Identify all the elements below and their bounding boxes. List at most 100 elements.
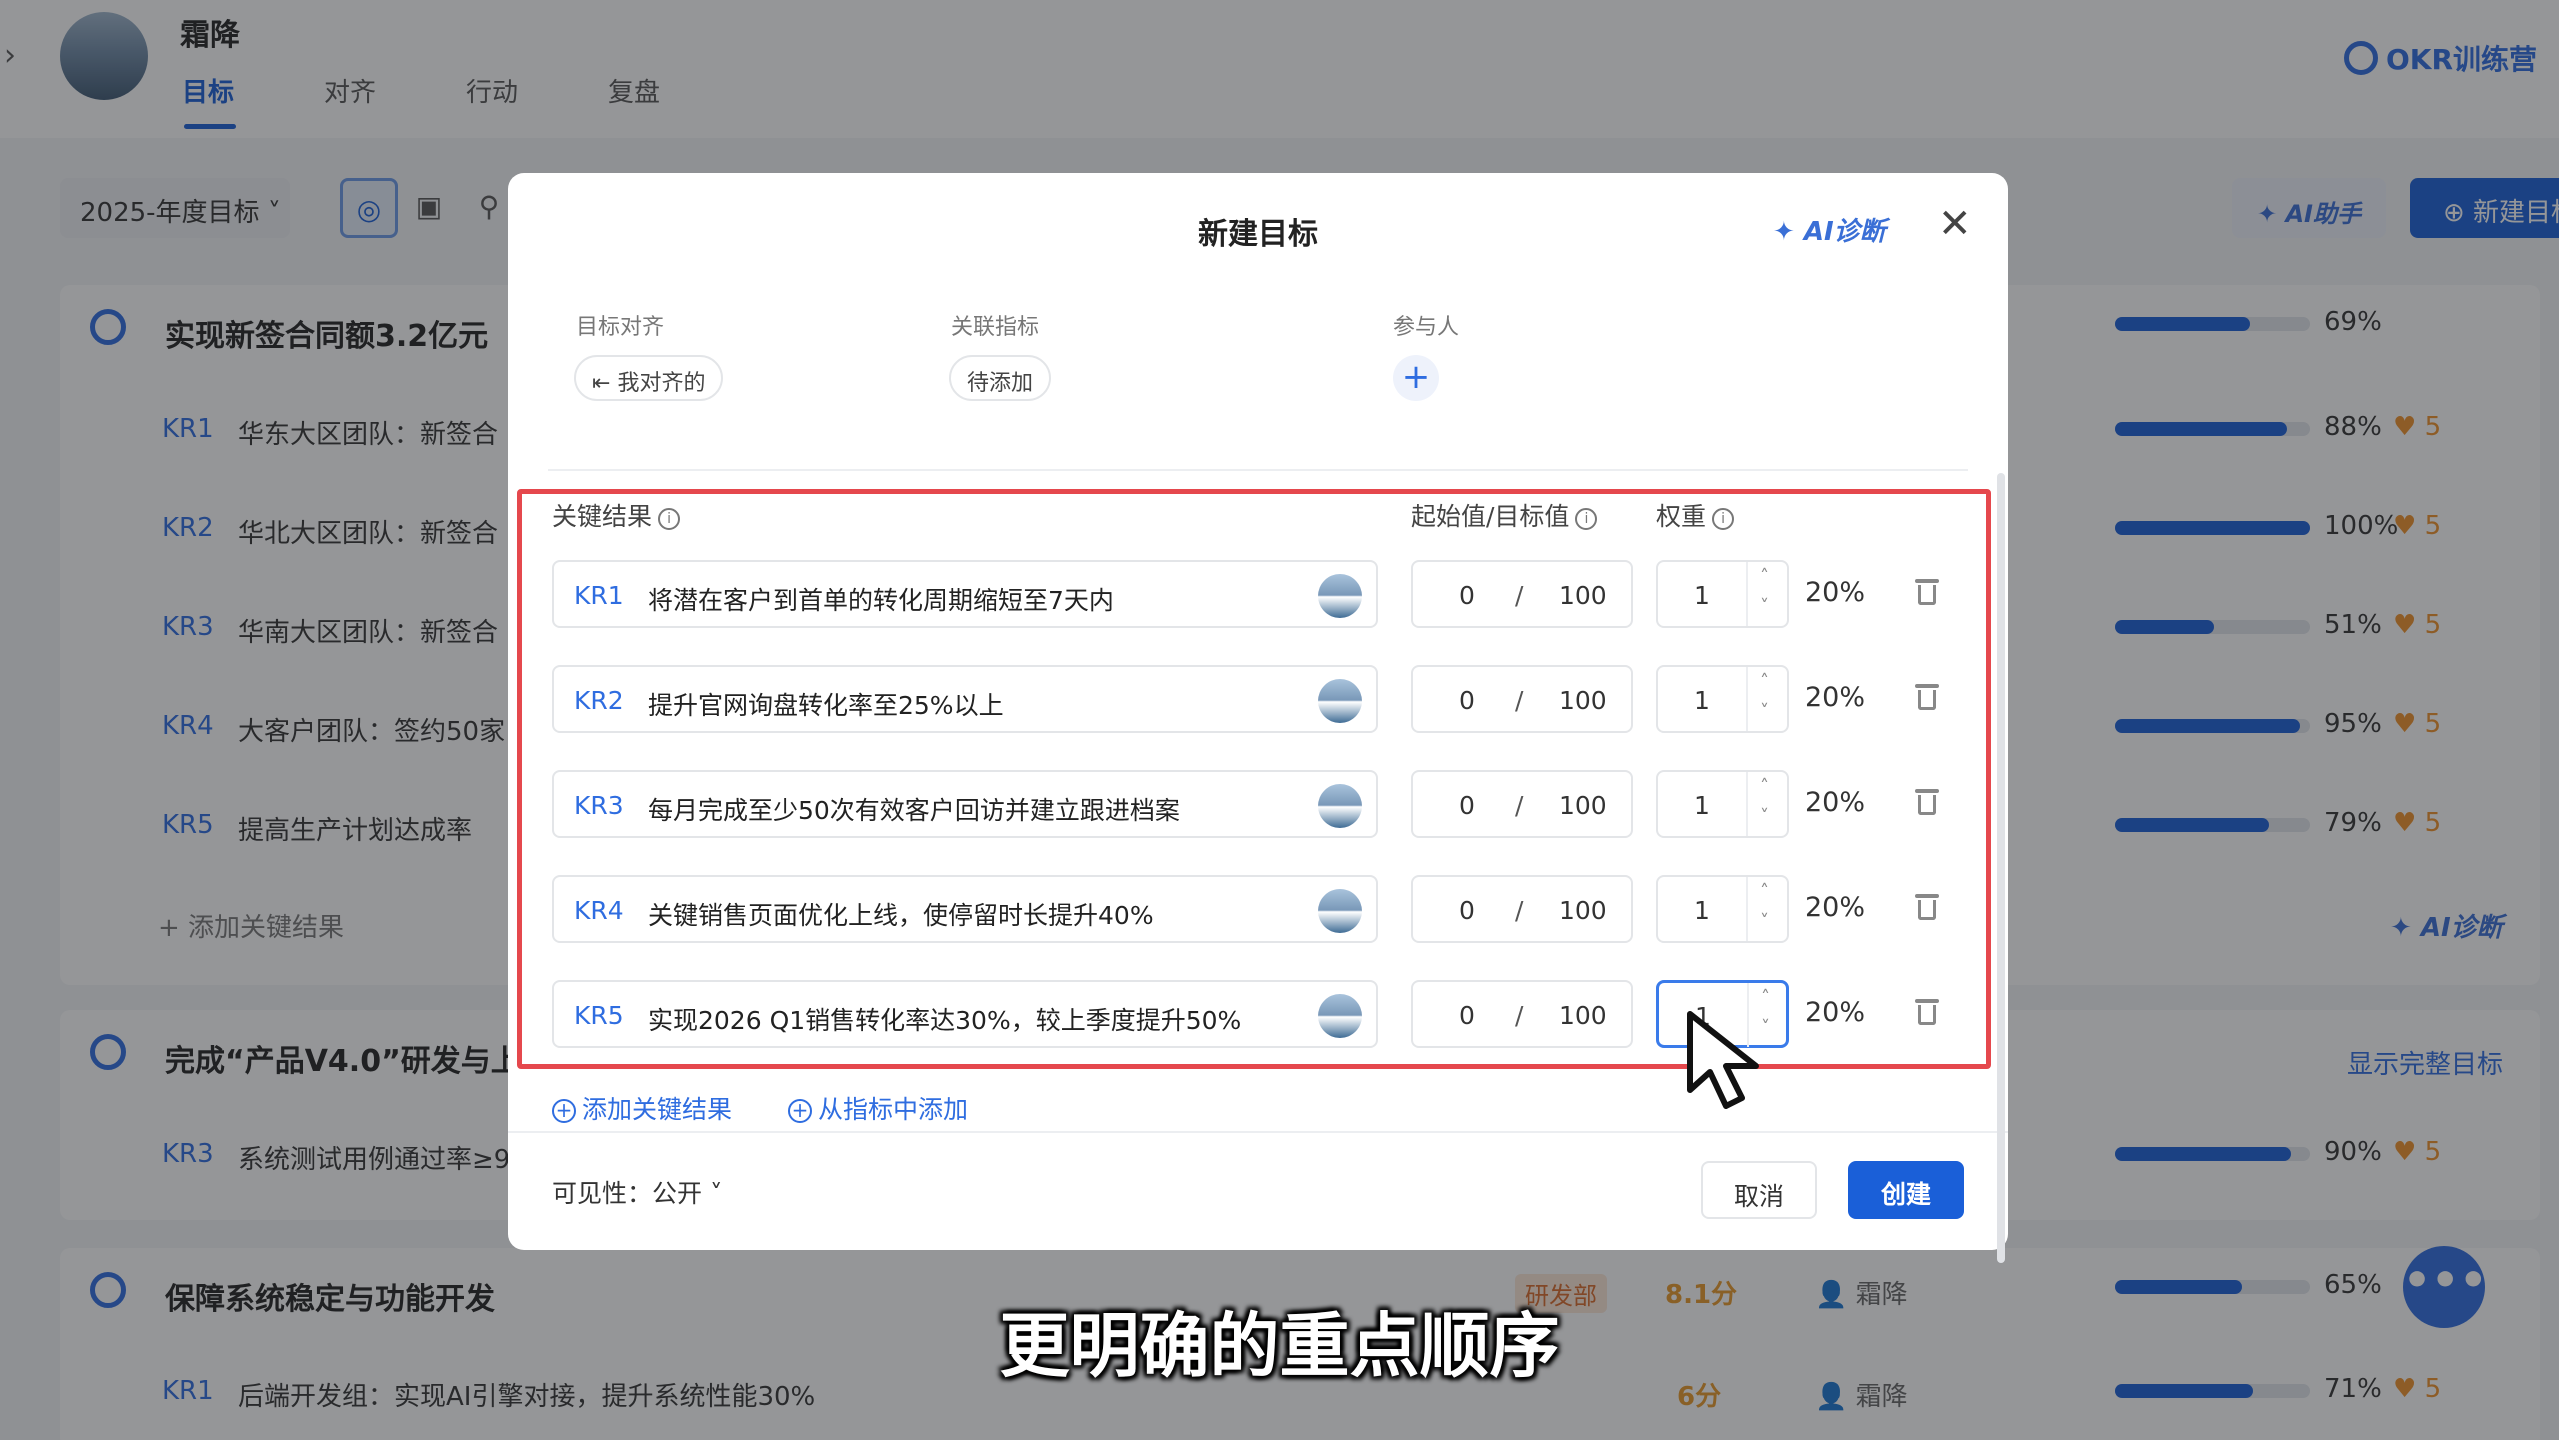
range-input[interactable]: 0 / 100 [1411, 665, 1633, 733]
add-from-indicator-label: 从指标中添加 [818, 1095, 969, 1124]
cancel-button[interactable]: 取消 [1701, 1161, 1817, 1219]
range-header-label: 起始值/目标值 [1411, 502, 1570, 531]
align-pill[interactable]: ⇤ 我对齐的 [574, 355, 724, 401]
trash-icon[interactable] [1915, 997, 1939, 1025]
kr-input[interactable]: KR1 将潜在客户到首单的转化周期缩短至7天内 [552, 560, 1378, 628]
kr-input[interactable]: KR4 关键销售页面优化上线，使停留时长提升40% [552, 875, 1378, 943]
trash-body [1918, 585, 1936, 605]
chevron-up-icon[interactable]: ˄ [1760, 881, 1769, 902]
divider [548, 469, 1968, 471]
trash-icon[interactable] [1915, 682, 1939, 710]
trash-body [1918, 900, 1936, 920]
range-separator: / [1515, 686, 1524, 715]
trash-body [1918, 1005, 1936, 1025]
kr-input[interactable]: KR5 实现2026 Q1销售转化率达30%，较上季度提升50% [552, 980, 1378, 1048]
avatar[interactable] [1318, 994, 1362, 1038]
kr-tag: KR3 [574, 791, 624, 820]
target-value: 100 [1559, 791, 1607, 820]
chevron-up-icon[interactable]: ˄ [1761, 987, 1770, 1008]
weight-stepper[interactable]: 1 ˄ ˅ [1656, 560, 1789, 628]
start-value: 0 [1459, 686, 1475, 715]
avatar[interactable] [1318, 889, 1362, 933]
video-subtitle: 更明确的重点顺序 [999, 1305, 1560, 1387]
trash-lid [1915, 999, 1939, 1003]
target-value: 100 [1559, 1001, 1607, 1030]
info-icon: i [658, 508, 681, 530]
weight-percent: 20% [1805, 682, 1866, 713]
weight-stepper[interactable]: 1 ˄ ˅ [1656, 875, 1789, 943]
avatar[interactable] [1318, 784, 1362, 828]
chevron-down-icon[interactable]: ˅ [1760, 806, 1769, 827]
scrollbar[interactable] [1997, 473, 2005, 1263]
chevron-down-icon[interactable]: ˅ [1760, 596, 1769, 617]
add-from-indicator-button[interactable]: + 从指标中添加 [788, 1090, 968, 1126]
indicator-label: 关联指标 [951, 315, 1040, 340]
weight-stepper[interactable]: 1 ˄ ˅ [1656, 665, 1789, 733]
range-header: 起始值/目标值 i [1411, 497, 1598, 533]
kr-header: 关键结果 i [552, 497, 681, 533]
info-icon: i [1712, 508, 1735, 530]
stepper-controls: ˄ ˅ [1746, 667, 1789, 731]
weight-stepper[interactable]: 1 ˄ ˅ [1656, 770, 1789, 838]
close-icon[interactable]: ✕ [1938, 201, 1972, 247]
start-value: 0 [1459, 581, 1475, 610]
kr-edit-row: KR2 提升官网询盘转化率至25%以上 0 / 100 1 ˄ ˅ 20% [508, 665, 2008, 737]
weight-percent: 20% [1805, 787, 1866, 818]
kr-text: 提升官网询盘转化率至25%以上 [648, 691, 1004, 720]
kr-input[interactable]: KR3 每月完成至少50次有效客户回访并建立跟进档案 [552, 770, 1378, 838]
target-value: 100 [1559, 686, 1607, 715]
kr-tag: KR2 [574, 686, 624, 715]
trash-icon[interactable] [1915, 892, 1939, 920]
weight-header-label: 权重 [1656, 502, 1707, 531]
range-input[interactable]: 0 / 100 [1411, 560, 1633, 628]
range-separator: / [1515, 581, 1524, 610]
kr-edit-row: KR5 实现2026 Q1销售转化率达30%，较上季度提升50% 0 / 100… [508, 980, 2008, 1052]
add-participant-icon[interactable]: + [1393, 355, 1439, 401]
kr-tag: KR1 [574, 581, 624, 610]
weight-value: 1 [1694, 581, 1710, 610]
range-input[interactable]: 0 / 100 [1411, 980, 1633, 1048]
kr-header-label: 关键结果 [552, 502, 653, 531]
weight-header: 权重 i [1656, 497, 1735, 533]
align-label: 目标对齐 [576, 315, 665, 340]
divider [508, 1131, 2008, 1133]
chevron-up-icon[interactable]: ˄ [1760, 671, 1769, 692]
range-input[interactable]: 0 / 100 [1411, 770, 1633, 838]
avatar[interactable] [1318, 679, 1362, 723]
chevron-down-icon[interactable]: ˅ [1760, 701, 1769, 722]
kr-text: 关键销售页面优化上线，使停留时长提升40% [648, 901, 1154, 930]
ai-diagnose-button[interactable]: ✦ AI诊断 [1773, 211, 1886, 248]
indicator-pill[interactable]: 待添加 [949, 355, 1052, 401]
trash-icon[interactable] [1915, 577, 1939, 605]
range-input[interactable]: 0 / 100 [1411, 875, 1633, 943]
chevron-up-icon[interactable]: ˄ [1760, 776, 1769, 797]
create-button[interactable]: 创建 [1848, 1161, 1964, 1219]
plus-circle-icon: + [788, 1099, 812, 1123]
weight-value: 1 [1694, 686, 1710, 715]
weight-percent: 20% [1805, 892, 1866, 923]
add-kr-button[interactable]: + 添加关键结果 [552, 1090, 732, 1126]
start-value: 0 [1459, 896, 1475, 925]
visibility-select[interactable]: 可见性：公开 ˅ [552, 1174, 722, 1210]
target-value: 100 [1559, 896, 1607, 925]
plus-circle-icon: + [552, 1099, 576, 1123]
avatar[interactable] [1318, 574, 1362, 618]
kr-text: 每月完成至少50次有效客户回访并建立跟进档案 [648, 796, 1180, 825]
chevron-down-icon[interactable]: ˅ [1760, 911, 1769, 932]
kr-edit-row: KR4 关键销售页面优化上线，使停留时长提升40% 0 / 100 1 ˄ ˅ 2… [508, 875, 2008, 947]
kr-edit-row: KR3 每月完成至少50次有效客户回访并建立跟进档案 0 / 100 1 ˄ ˅ … [508, 770, 2008, 842]
target-value: 100 [1559, 581, 1607, 610]
align-pill-label: 我对齐的 [617, 371, 706, 396]
trash-icon[interactable] [1915, 787, 1939, 815]
trash-body [1918, 690, 1936, 710]
weight-percent: 20% [1805, 997, 1866, 1028]
chevron-down-icon: ˅ [709, 1179, 723, 1208]
chevron-up-icon[interactable]: ˄ [1760, 566, 1769, 587]
range-separator: / [1515, 896, 1524, 925]
trash-body [1918, 795, 1936, 815]
weight-value: 1 [1694, 791, 1710, 820]
range-separator: / [1515, 791, 1524, 820]
kr-input[interactable]: KR2 提升官网询盘转化率至25%以上 [552, 665, 1378, 733]
kr-tag: KR4 [574, 896, 624, 925]
kr-edit-row: KR1 将潜在客户到首单的转化周期缩短至7天内 0 / 100 1 ˄ ˅ 20% [508, 560, 2008, 632]
